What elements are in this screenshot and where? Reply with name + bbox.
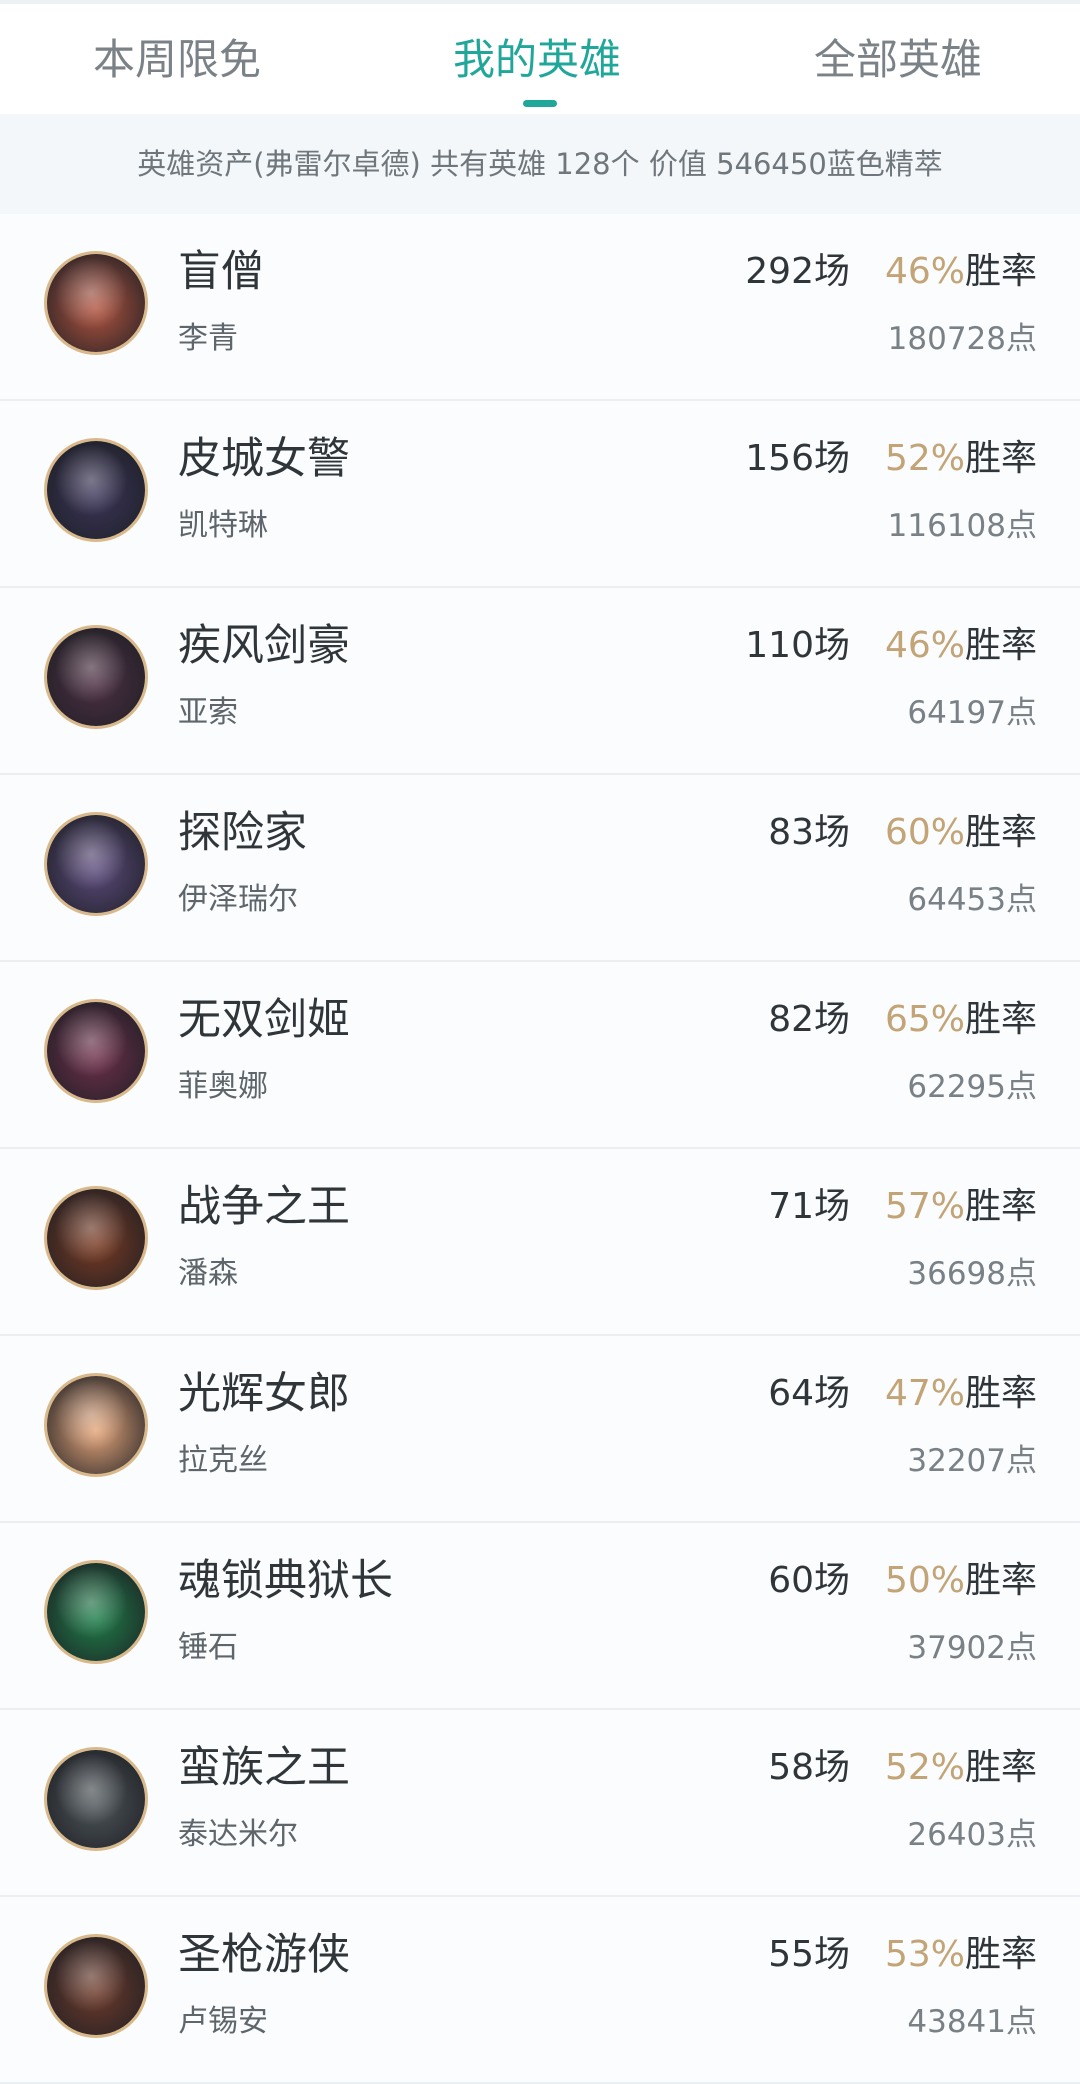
hero-row[interactable]: 圣枪游侠卢锡安 55场 53%胜率 43841点	[0, 1897, 1080, 2084]
hero-row[interactable]: 疾风剑豪亚索 110场 46%胜率 64197点	[0, 588, 1080, 775]
mastery-points: 37902点	[907, 1630, 1037, 1666]
hero-name: 卢锡安	[178, 2004, 268, 2039]
summary-text: 英雄资产(弗雷尔卓德) 共有英雄 128个 价值 546450蓝色精萃	[137, 147, 943, 181]
mastery-points: 32207点	[907, 1443, 1037, 1479]
active-tab-indicator	[523, 100, 557, 107]
hero-name: 菲奥娜	[178, 1069, 268, 1104]
win-rate-label: 胜率	[964, 1934, 1037, 1975]
games-count: 83场	[768, 812, 850, 853]
tab-all-heroes[interactable]: 全部英雄	[814, 30, 982, 90]
win-rate-label: 胜率	[964, 812, 1037, 853]
lux-portrait-icon	[44, 1373, 148, 1477]
win-rate: 52%胜率	[885, 431, 1037, 487]
win-rate: 50%胜率	[885, 1553, 1037, 1609]
tab-my-heroes[interactable]: 我的英雄	[453, 30, 621, 90]
win-rate-value: 52%	[884, 438, 965, 479]
win-rate-label: 胜率	[964, 1186, 1037, 1227]
hero-title: 魂锁典狱长	[178, 1556, 393, 1606]
games-count: 292场	[745, 251, 850, 292]
mastery-points: 64453点	[907, 882, 1037, 918]
hero-name: 伊泽瑞尔	[178, 882, 298, 917]
win-rate: 47%胜率	[885, 1366, 1037, 1422]
mastery-points: 26403点	[907, 1817, 1037, 1853]
hero-assets-summary: 英雄资产(弗雷尔卓德) 共有英雄 128个 价值 546450蓝色精萃	[0, 114, 1080, 214]
ezreal-portrait-icon	[44, 812, 148, 916]
hero-title: 探险家	[178, 808, 307, 858]
games-count: 110场	[745, 625, 850, 666]
win-rate-label: 胜率	[964, 1373, 1037, 1414]
mastery-points: 36698点	[907, 1256, 1037, 1292]
hero-title: 盲僧	[178, 247, 264, 297]
win-rate: 60%胜率	[885, 805, 1037, 861]
win-rate: 52%胜率	[885, 1740, 1037, 1796]
hero-title: 皮城女警	[178, 434, 350, 484]
win-rate: 65%胜率	[885, 992, 1037, 1048]
tab-weekly-free[interactable]: 本周限免	[93, 30, 261, 90]
hero-name: 拉克丝	[178, 1443, 268, 1478]
thresh-portrait-icon	[44, 1560, 148, 1664]
hero-name: 亚索	[178, 695, 238, 730]
mastery-points: 62295点	[907, 1069, 1037, 1105]
hero-title: 蛮族之王	[178, 1743, 350, 1793]
hero-row[interactable]: 战争之王潘森 71场 57%胜率 36698点	[0, 1149, 1080, 1336]
win-rate-value: 46%	[884, 251, 965, 292]
mastery-points: 64197点	[907, 695, 1037, 731]
hero-title: 无双剑姬	[178, 995, 350, 1045]
games-count: 60场	[768, 1560, 850, 1601]
games-count: 55场	[768, 1934, 850, 1975]
win-rate: 46%胜率	[885, 244, 1037, 300]
yasuo-portrait-icon	[44, 625, 148, 729]
win-rate-label: 胜率	[964, 625, 1037, 666]
hero-row[interactable]: 蛮族之王泰达米尔 58场 52%胜率 26403点	[0, 1710, 1080, 1897]
lee-sin-portrait-icon	[44, 251, 148, 355]
win-rate: 57%胜率	[885, 1179, 1037, 1235]
mastery-points: 43841点	[907, 2004, 1037, 2040]
mastery-points: 180728点	[887, 321, 1037, 357]
games-count: 71场	[768, 1186, 850, 1227]
caitlyn-portrait-icon	[44, 438, 148, 542]
tryndamere-portrait-icon	[44, 1747, 148, 1851]
win-rate-value: 47%	[884, 1373, 965, 1414]
hero-row[interactable]: 探险家伊泽瑞尔 83场 60%胜率 64453点	[0, 775, 1080, 962]
mastery-points: 116108点	[887, 508, 1037, 544]
hero-row[interactable]: 光辉女郎拉克丝 64场 47%胜率 32207点	[0, 1336, 1080, 1523]
tab-bar: 本周限免 我的英雄 全部英雄	[0, 0, 1080, 114]
hero-title: 圣枪游侠	[178, 1930, 350, 1980]
games-count: 156场	[745, 438, 850, 479]
win-rate-label: 胜率	[964, 999, 1037, 1040]
hero-name: 泰达米尔	[178, 1817, 298, 1852]
games-count: 82场	[768, 999, 850, 1040]
hero-name: 李青	[178, 321, 238, 356]
hero-name: 凯特琳	[178, 508, 268, 543]
win-rate-value: 65%	[884, 999, 965, 1040]
pantheon-portrait-icon	[44, 1186, 148, 1290]
win-rate-value: 52%	[884, 1747, 965, 1788]
win-rate-value: 46%	[884, 625, 965, 666]
hero-row[interactable]: 无双剑姬菲奥娜 82场 65%胜率 62295点	[0, 962, 1080, 1149]
win-rate-value: 50%	[884, 1560, 965, 1601]
hero-title: 疾风剑豪	[178, 621, 350, 671]
hero-title: 战争之王	[178, 1182, 350, 1232]
win-rate-label: 胜率	[964, 438, 1037, 479]
win-rate-label: 胜率	[964, 1747, 1037, 1788]
games-count: 58场	[768, 1747, 850, 1788]
win-rate: 46%胜率	[885, 618, 1037, 674]
hero-row[interactable]: 盲僧李青 292场 46%胜率 180728点	[0, 214, 1080, 401]
hero-name: 锤石	[178, 1630, 238, 1665]
win-rate-value: 53%	[884, 1934, 965, 1975]
lucian-portrait-icon	[44, 1934, 148, 2038]
hero-title: 光辉女郎	[178, 1369, 350, 1419]
fiora-portrait-icon	[44, 999, 148, 1103]
win-rate-value: 60%	[884, 812, 965, 853]
hero-name: 潘森	[178, 1256, 238, 1291]
hero-row[interactable]: 皮城女警凯特琳 156场 52%胜率 116108点	[0, 401, 1080, 588]
win-rate-label: 胜率	[964, 251, 1037, 292]
win-rate: 53%胜率	[885, 1927, 1037, 1983]
win-rate-label: 胜率	[964, 1560, 1037, 1601]
games-count: 64场	[768, 1373, 850, 1414]
hero-row[interactable]: 魂锁典狱长锤石 60场 50%胜率 37902点	[0, 1523, 1080, 1710]
win-rate-value: 57%	[884, 1186, 965, 1227]
